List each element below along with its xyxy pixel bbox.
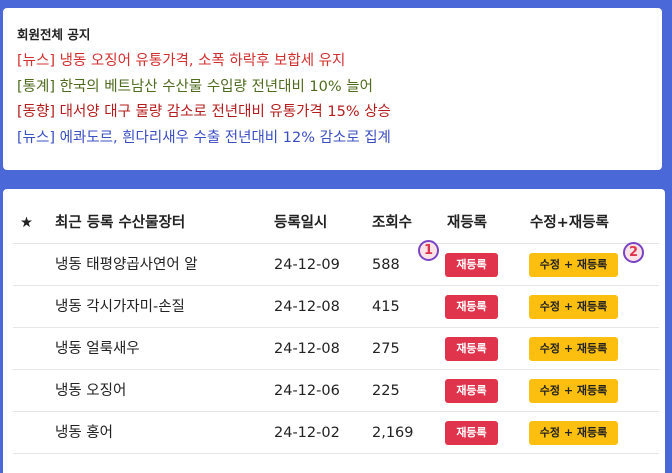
- edit-rereg-button[interactable]: 수정 + 재등록: [529, 379, 618, 403]
- table-row: 냉동 태평양곱사연어 알 24-12-09 588 재등록 수정 + 재등록: [13, 244, 659, 286]
- rereg-button[interactable]: 재등록: [445, 379, 498, 403]
- item-date: 24-12-06: [274, 383, 340, 399]
- rereg-button[interactable]: 재등록: [445, 337, 498, 361]
- callout-marker-2: 2: [623, 242, 644, 263]
- item-views: 275: [372, 341, 400, 357]
- item-name[interactable]: 냉동 얼룩새우: [55, 328, 140, 370]
- edit-rereg-button[interactable]: 수정 + 재등록: [529, 295, 618, 319]
- notice-item-1[interactable]: [뉴스] 냉동 오징어 유통가격, 소폭 하락후 보합세 유지: [17, 49, 662, 75]
- header-views: 조회수: [372, 215, 413, 231]
- rereg-button[interactable]: 재등록: [445, 253, 498, 277]
- notice-title: 회원전체 공지: [17, 27, 91, 42]
- item-name[interactable]: 냉동 오징어: [55, 370, 126, 412]
- rereg-button[interactable]: 재등록: [445, 421, 498, 445]
- market-listing-panel: ★ 최근 등록 수산물장터 등록일시 조회수 재등록 수정+재등록 냉동 태평양…: [3, 189, 665, 473]
- callout-marker-1: 1: [418, 240, 439, 261]
- item-views: 2,169: [372, 425, 414, 441]
- edit-rereg-button[interactable]: 수정 + 재등록: [529, 337, 618, 361]
- header-name: 최근 등록 수산물장터: [55, 215, 186, 231]
- table-row: 냉동 각시가자미-손질 24-12-08 415 재등록 수정 + 재등록: [13, 286, 659, 328]
- item-date: 24-12-08: [274, 299, 340, 315]
- star-icon: ★: [20, 215, 33, 231]
- table-row: 냉동 얼룩새우 24-12-08 275 재등록 수정 + 재등록: [13, 328, 659, 370]
- item-views: 225: [372, 383, 400, 399]
- item-views: 415: [372, 299, 400, 315]
- item-date: 24-12-08: [274, 341, 340, 357]
- header-rereg: 재등록: [447, 215, 488, 231]
- edit-rereg-button[interactable]: 수정 + 재등록: [529, 253, 618, 277]
- header-edit-rereg: 수정+재등록: [530, 215, 609, 231]
- edit-rereg-button[interactable]: 수정 + 재등록: [529, 421, 618, 445]
- item-views: 588: [372, 257, 400, 273]
- table-row: 냉동 홍어 24-12-02 2,169 재등록 수정 + 재등록: [13, 412, 659, 454]
- notice-item-4[interactable]: [뉴스] 에콰도르, 흰다리새우 수출 전년대비 12% 감소로 집계: [17, 126, 662, 152]
- item-name[interactable]: 냉동 태평양곱사연어 알: [55, 244, 198, 286]
- item-date: 24-12-09: [274, 257, 340, 273]
- item-name[interactable]: 냉동 홍어: [55, 412, 113, 454]
- item-name[interactable]: 냉동 각시가자미-손질: [55, 286, 185, 328]
- table-header-row: ★ 최근 등록 수산물장터 등록일시 조회수 재등록 수정+재등록: [13, 202, 659, 244]
- table-row: 냉동 오징어 24-12-06 225 재등록 수정 + 재등록: [13, 370, 659, 412]
- item-date: 24-12-02: [274, 425, 340, 441]
- notice-panel: 회원전체 공지 [뉴스] 냉동 오징어 유통가격, 소폭 하락후 보합세 유지 …: [3, 8, 662, 170]
- header-date: 등록일시: [274, 215, 328, 231]
- notice-item-2[interactable]: [통계] 한국의 베트남산 수산물 수입량 전년대비 10% 늘어: [17, 75, 662, 101]
- notice-item-3[interactable]: [동향] 대서양 대구 물량 감소로 전년대비 유통가격 15% 상승: [17, 100, 662, 126]
- rereg-button[interactable]: 재등록: [445, 295, 498, 319]
